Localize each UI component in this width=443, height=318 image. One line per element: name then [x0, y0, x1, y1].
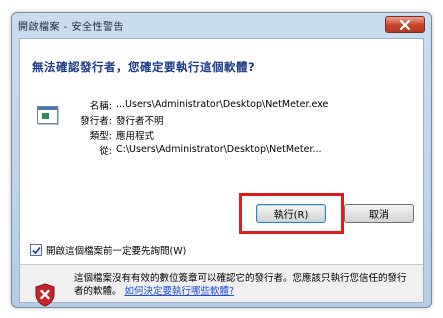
property-from-row: 從: C:\Users\Administrator\Desktop\NetMet…	[78, 142, 328, 157]
always-ask-checkbox-row[interactable]: 開啟這個檔案前一定要先詢問(W)	[30, 243, 186, 257]
publisher-question: 無法確認發行者，您確定要執行這個軟體?	[32, 60, 256, 74]
property-name-row: 名稱: ...Users\Administrator\Desktop\NetMe…	[78, 97, 329, 112]
always-ask-label: 開啟這個檔案前一定要先詢問(W)	[46, 246, 187, 257]
property-value: 應用程式	[116, 130, 155, 142]
property-value: C:\Users\Administrator\Desktop\NetMeter.…	[116, 144, 322, 155]
title-bar: 開啟檔案 - 安全性警告	[12, 13, 431, 37]
property-publisher-row: 發行者: 發行者不明	[78, 112, 328, 127]
window-title: 開啟檔案 - 安全性警告	[18, 21, 124, 33]
property-type-row: 類型: 應用程式	[78, 127, 328, 142]
property-value: 發行者不明	[116, 115, 164, 127]
property-value: ...Users\Administrator\Desktop\NetMeter.…	[116, 99, 329, 110]
run-button-highlight	[239, 193, 344, 234]
details-pane: 無法確認發行者，您確定要執行這個軟體? 名稱: ...Users\Adminis…	[20, 39, 423, 264]
file-properties: 名稱: ...Users\Administrator\Desktop\NetMe…	[78, 97, 328, 157]
always-ask-checkbox[interactable]	[30, 244, 42, 256]
dialog-body: 無法確認發行者，您確定要執行這個軟體? 名稱: ...Users\Adminis…	[19, 38, 424, 307]
application-file-icon	[37, 106, 58, 124]
security-warning-dialog: 開啟檔案 - 安全性警告 無法確認發行者，您確定要執行這個軟體? 名稱: ...…	[11, 12, 432, 308]
property-label: 類型:	[89, 130, 112, 142]
unsigned-warning: 這個檔案沒有有效的數位簽章可以確認它的發行者。您應該只執行您信任的發行者的軟體。…	[74, 272, 414, 298]
close-button[interactable]	[385, 16, 425, 33]
checkmark-icon	[31, 246, 41, 254]
property-label: 名稱:	[89, 100, 112, 112]
property-label: 從:	[99, 145, 112, 157]
security-shield-icon	[35, 283, 55, 307]
cancel-button[interactable]: 取消	[344, 204, 414, 223]
close-icon	[399, 19, 411, 30]
help-link[interactable]: 如何決定要執行哪些軟體?	[125, 286, 235, 297]
property-label: 發行者:	[80, 115, 112, 127]
divider	[20, 264, 423, 265]
